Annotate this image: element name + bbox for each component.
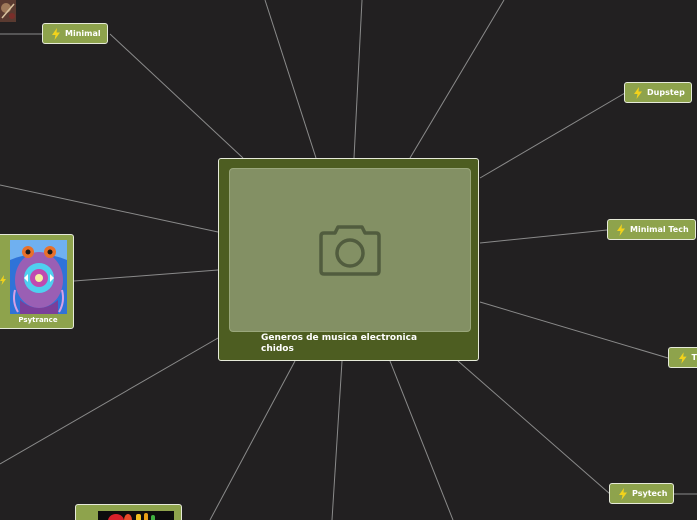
mindmap-canvas[interactable]: Minimal Dupstep Minimal Tech T Psytech P…	[0, 0, 697, 520]
lightning-bolt-icon	[617, 223, 625, 236]
colorful-artwork-icon	[98, 511, 174, 520]
lightning-bolt-icon	[0, 275, 6, 285]
link-psytech	[457, 360, 611, 495]
node-psytrance[interactable]: Psytrance	[0, 234, 74, 329]
link-bottom-2	[331, 360, 343, 520]
bottom-node-image	[98, 511, 174, 520]
lightning-bolt-icon	[678, 351, 687, 364]
psytrance-image	[10, 240, 67, 314]
node-dubstep[interactable]: Dupstep	[624, 82, 692, 103]
node-minimal[interactable]: Minimal	[42, 23, 108, 44]
node-label: T	[691, 353, 697, 362]
node-psytech[interactable]: Psytech	[609, 483, 675, 504]
link-minimal-tech	[479, 229, 608, 244]
node-bottom-image[interactable]	[75, 504, 182, 520]
central-topic-title: Generos de musica electronica chidos	[261, 333, 418, 354]
image-placeholder[interactable]	[229, 168, 471, 332]
node-minimal-tech[interactable]: Minimal Tech	[607, 219, 696, 240]
node-label: Dupstep	[647, 88, 685, 97]
node-techno[interactable]: T	[668, 347, 697, 368]
node-label: Minimal	[65, 29, 101, 38]
lightning-bolt-icon	[619, 487, 627, 500]
node-label: Psytech	[632, 489, 668, 498]
link-minimal	[109, 33, 244, 159]
lightning-bolt-icon	[634, 86, 642, 99]
partial-image-thumbnail[interactable]	[0, 0, 16, 22]
link-bottom-1	[209, 360, 296, 520]
node-label: Psytrance	[18, 316, 58, 324]
lightning-bolt-icon	[52, 27, 60, 40]
psychedelic-creature-icon	[10, 240, 67, 314]
link-psytrance	[73, 269, 219, 282]
link-left-lower	[0, 337, 219, 465]
link-bottom-3	[389, 360, 454, 520]
link-techno	[479, 301, 669, 359]
abstract-art-icon	[0, 0, 16, 22]
link-top-2	[353, 0, 363, 159]
camera-icon	[319, 225, 381, 276]
link-top-3	[409, 0, 505, 159]
link-dubstep	[479, 92, 626, 179]
link-left-upper	[0, 184, 219, 233]
node-label: Minimal Tech	[630, 225, 689, 234]
central-topic[interactable]: Generos de musica electronica chidos	[218, 158, 479, 361]
link-top-1	[264, 0, 317, 159]
